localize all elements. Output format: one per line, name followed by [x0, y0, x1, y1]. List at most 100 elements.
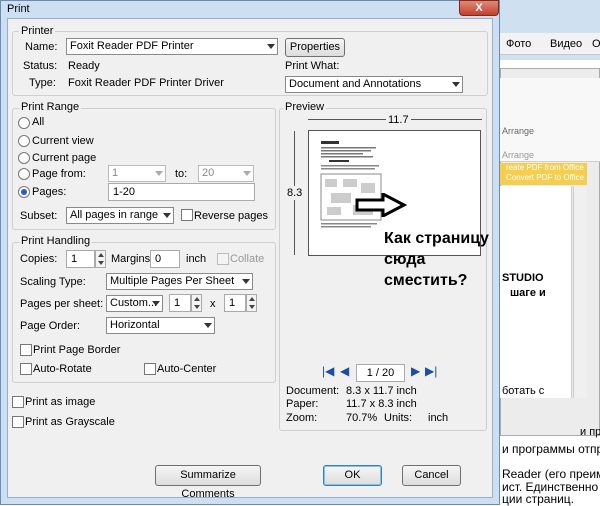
preview-label: Preview	[283, 101, 327, 113]
pps-columns-input[interactable]: 1	[169, 294, 191, 312]
pps-rows-spinner[interactable]	[246, 294, 257, 312]
print-as-grayscale-checkbox[interactable]	[12, 416, 24, 428]
chevron-down-icon	[152, 301, 160, 306]
radio-all[interactable]	[18, 117, 30, 129]
chevron-down-icon	[267, 44, 275, 49]
bg-text-studio: STUDIO	[502, 272, 544, 284]
document-value: 8.3 x 11.7 inch	[346, 385, 417, 397]
page-order-select[interactable]: Horizontal	[106, 317, 215, 334]
ribbon-arrange-2: Arrange	[502, 150, 535, 160]
subset-select[interactable]: All pages in range	[66, 207, 174, 224]
page-order-value: Horizontal	[110, 319, 160, 331]
pages-input[interactable]: 1-20	[108, 183, 255, 201]
pps-x-label: x	[210, 298, 216, 310]
first-page-icon[interactable]: |◀	[322, 364, 334, 378]
window-title: Print	[7, 3, 30, 15]
document-label: Document:	[286, 385, 340, 397]
annotation-line-2: сюда	[384, 251, 426, 268]
printer-name-label: Name:	[25, 41, 58, 53]
page-from-value: 1	[112, 167, 119, 179]
close-button[interactable]: X	[459, 0, 499, 16]
ok-button[interactable]: OK	[323, 465, 382, 486]
promo-line-2: Convert PDF to Office	[506, 173, 585, 182]
page-from-select[interactable]: 1	[108, 165, 166, 182]
annotation-line-3: сместить?	[384, 272, 468, 289]
radio-pages[interactable]	[18, 186, 30, 198]
margins-input[interactable]: 0	[150, 250, 180, 268]
radio-page-from[interactable]	[18, 168, 30, 180]
collate-checkbox[interactable]	[217, 253, 229, 265]
radio-pages-label: Pages:	[32, 186, 67, 198]
pages-per-sheet-label: Pages per sheet:	[20, 298, 104, 310]
subset-label: Subset:	[20, 210, 58, 222]
chevron-down-icon	[163, 213, 171, 218]
to-label: to:	[175, 168, 188, 180]
print-as-image-checkbox[interactable]	[12, 396, 24, 408]
ribbon-arrange[interactable]: Arrange	[502, 126, 534, 136]
auto-rotate-label: Auto-Rotate	[33, 363, 92, 375]
chevron-down-icon	[243, 171, 251, 176]
arrow-right-icon	[355, 193, 407, 217]
promo-line-1: reate PDF from Office	[506, 163, 584, 172]
bookmark-other[interactable]: О	[592, 38, 600, 50]
next-page-icon[interactable]: ▶	[411, 364, 420, 378]
radio-current-page[interactable]	[18, 152, 30, 164]
printer-name-select[interactable]: Foxit Reader PDF Printer	[66, 38, 278, 55]
bookmark-video[interactable]: Видео	[550, 38, 582, 50]
copies-spinner[interactable]	[95, 250, 106, 268]
reverse-pages-label: Reverse pages	[194, 210, 268, 222]
units-label: Units:	[384, 412, 413, 424]
bg-text-line-2: Reader (его преиму	[502, 467, 600, 481]
type-value: Foxit Reader PDF Printer Driver	[68, 77, 224, 89]
background-scrollbar[interactable]	[573, 186, 587, 398]
scaling-type-label: Scaling Type:	[20, 276, 86, 288]
print-what-select[interactable]: Document and Annotations	[285, 76, 463, 93]
copies-label: Copies:	[20, 253, 58, 265]
print-page-border-label: Print Page Border	[33, 344, 121, 356]
radio-all-label: All	[32, 116, 45, 128]
auto-center-label: Auto-Center	[157, 363, 217, 375]
radio-current-view-label: Current view	[32, 135, 94, 147]
pps-rows-input[interactable]: 1	[224, 294, 246, 312]
radio-current-view[interactable]	[18, 135, 30, 147]
print-what-label: Print What:	[285, 60, 340, 72]
pages-per-sheet-value: Custom...	[110, 297, 158, 309]
annotation-line-1: Как страницу	[384, 230, 489, 247]
page-order-label: Page Order:	[20, 320, 80, 332]
print-as-grayscale-label: Print as Grayscale	[25, 416, 115, 428]
reverse-pages-checkbox[interactable]	[181, 209, 193, 221]
bg-text-right: и пр	[580, 426, 600, 438]
promo-banner[interactable]: reate PDF from Office Convert PDF to Off…	[500, 163, 587, 185]
prev-page-icon[interactable]: ◀	[340, 364, 349, 378]
units-value: inch	[428, 412, 449, 424]
print-range-label: Print Range	[19, 101, 82, 113]
title-bar: Print X	[1, 0, 501, 19]
bg-text-shage: шаге и	[510, 287, 546, 299]
page-indicator-input[interactable]: 1 / 20	[356, 364, 405, 382]
page-to-select[interactable]: 20	[198, 165, 254, 182]
cancel-button[interactable]: Cancel	[402, 465, 461, 486]
auto-center-checkbox[interactable]	[144, 363, 156, 375]
pages-per-sheet-select[interactable]: Custom...	[106, 295, 163, 312]
pps-columns-spinner[interactable]	[191, 294, 202, 312]
status-label: Status:	[23, 60, 58, 72]
chevron-down-icon	[204, 323, 212, 328]
properties-button[interactable]: Properties	[285, 38, 345, 57]
print-page-border-checkbox[interactable]	[20, 344, 32, 356]
auto-rotate-checkbox[interactable]	[20, 363, 32, 375]
print-what-value: Document and Annotations	[289, 78, 422, 90]
paper-label: Paper:	[286, 398, 319, 410]
bg-text-line-1: и программы отпра	[502, 442, 600, 456]
chevron-down-icon	[452, 82, 460, 87]
radio-page-from-label: Page from:	[32, 168, 86, 180]
subset-value: All pages in range	[70, 209, 159, 221]
paper-value: 11.7 x 8.3 inch	[346, 398, 417, 410]
scaling-type-select[interactable]: Multiple Pages Per Sheet	[106, 273, 253, 290]
print-handling-label: Print Handling	[19, 235, 93, 247]
bg-text-line-4: ции страниц.	[502, 492, 574, 506]
last-page-icon[interactable]: ▶|	[425, 364, 437, 378]
copies-input[interactable]: 1	[66, 250, 95, 268]
summarize-comments-button[interactable]: Summarize Comments	[155, 465, 261, 500]
bookmark-photo[interactable]: Фото	[506, 38, 531, 50]
printer-group-label: Printer	[19, 25, 56, 37]
